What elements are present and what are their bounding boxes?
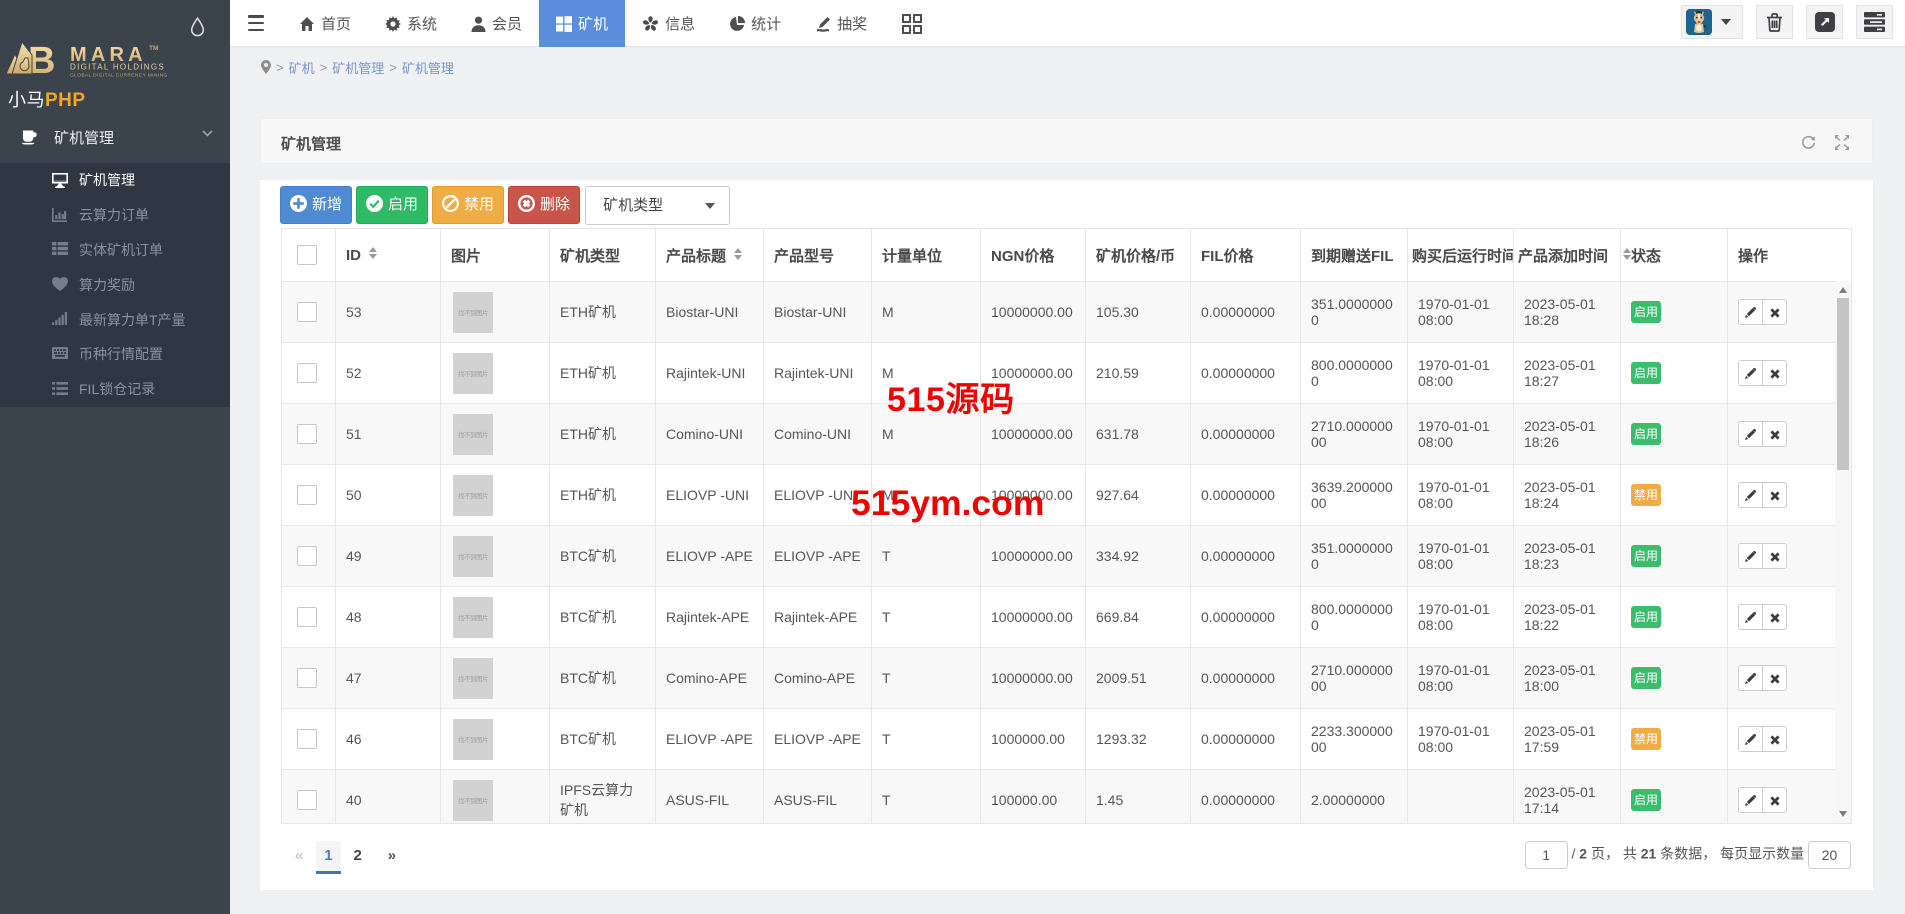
svg-text:TM: TM xyxy=(149,45,158,52)
svg-text:DIGITAL HOLDINGS: DIGITAL HOLDINGS xyxy=(70,63,165,72)
svg-text:GLOBAL DIGITAL CURRENCY MINING: GLOBAL DIGITAL CURRENCY MINING xyxy=(70,73,168,79)
